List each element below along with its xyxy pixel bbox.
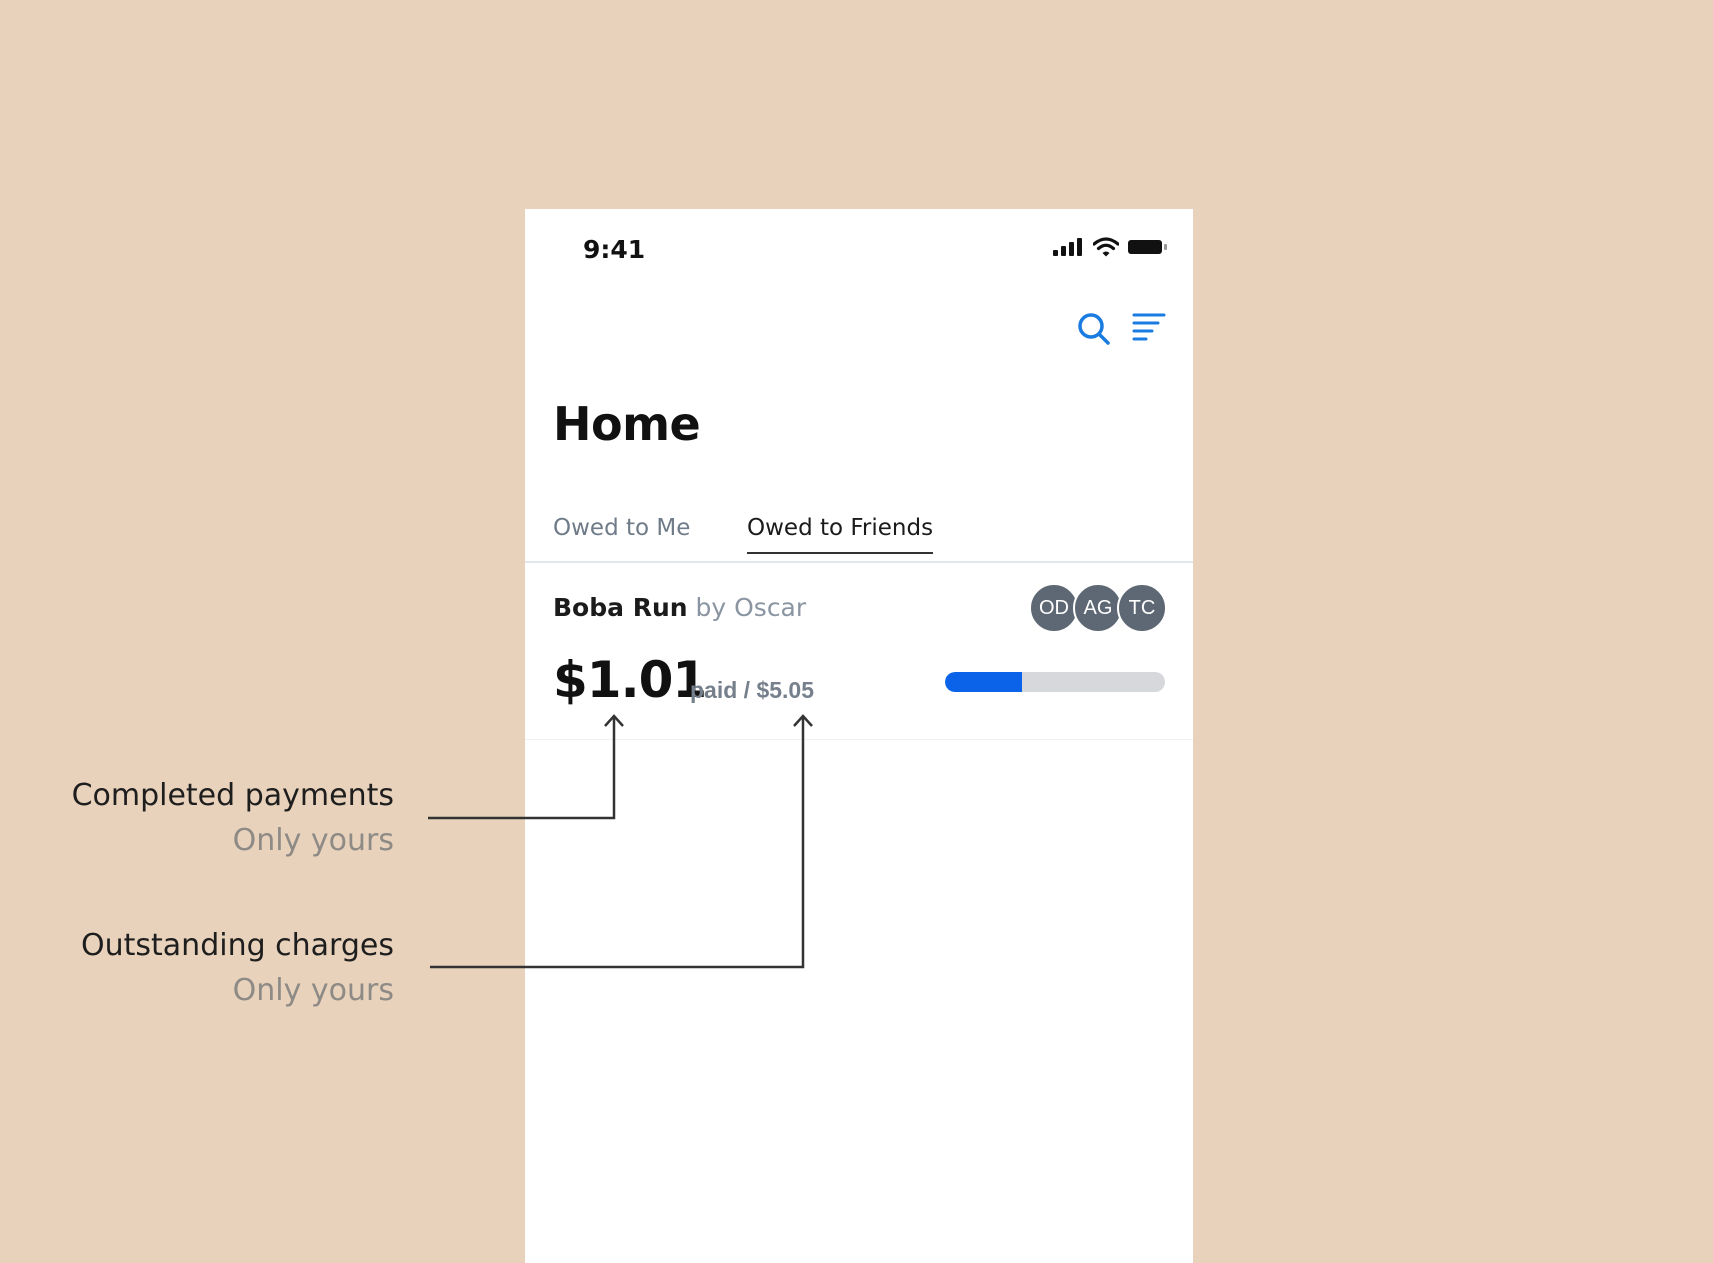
tab-owed-to-friends[interactable]: Owed to Friends <box>747 515 934 554</box>
callout-title: Outstanding charges <box>81 928 394 963</box>
search-icon <box>1078 313 1110 345</box>
tab-owed-to-me[interactable]: Owed to Me <box>553 515 690 552</box>
avatar-group: OD AG TC <box>1029 583 1167 633</box>
signal-icon <box>1053 238 1082 256</box>
card-owner: by Oscar <box>695 593 807 622</box>
status-icons <box>1053 237 1169 257</box>
card-title: Boba Run by Oscar <box>553 593 806 622</box>
callout-subtitle: Only yours <box>232 823 394 858</box>
avatar: OD <box>1029 583 1079 633</box>
phone-screen: 9:41 Home Owed to Me Owed to Friends Bob… <box>525 209 1193 1263</box>
progress-fill <box>945 672 1022 692</box>
amount-paid: $1.01 <box>553 651 707 709</box>
tab-bar: Owed to Me Owed to Friends <box>525 507 1193 563</box>
callout-completed: Completed payments Only yours <box>44 778 394 858</box>
page-title: Home <box>553 397 701 451</box>
wifi-icon <box>1093 237 1119 257</box>
progress-bar <box>945 672 1165 692</box>
callout-title: Completed payments <box>71 778 394 813</box>
status-time: 9:41 <box>583 235 646 264</box>
amount-total: paid / $5.05 <box>690 677 815 703</box>
filter-button[interactable] <box>1132 311 1166 352</box>
callout-subtitle: Only yours <box>232 973 394 1008</box>
avatar: TC <box>1117 583 1167 633</box>
card-name: Boba Run <box>553 593 688 622</box>
search-button[interactable] <box>1076 311 1112 352</box>
avatar: AG <box>1073 583 1123 633</box>
callout-outstanding: Outstanding charges Only yours <box>44 928 394 1008</box>
filter-icon <box>1132 313 1166 341</box>
battery-icon <box>1128 240 1167 254</box>
list-item[interactable]: Boba Run by Oscar OD AG TC $1.01 paid / … <box>525 563 1193 740</box>
